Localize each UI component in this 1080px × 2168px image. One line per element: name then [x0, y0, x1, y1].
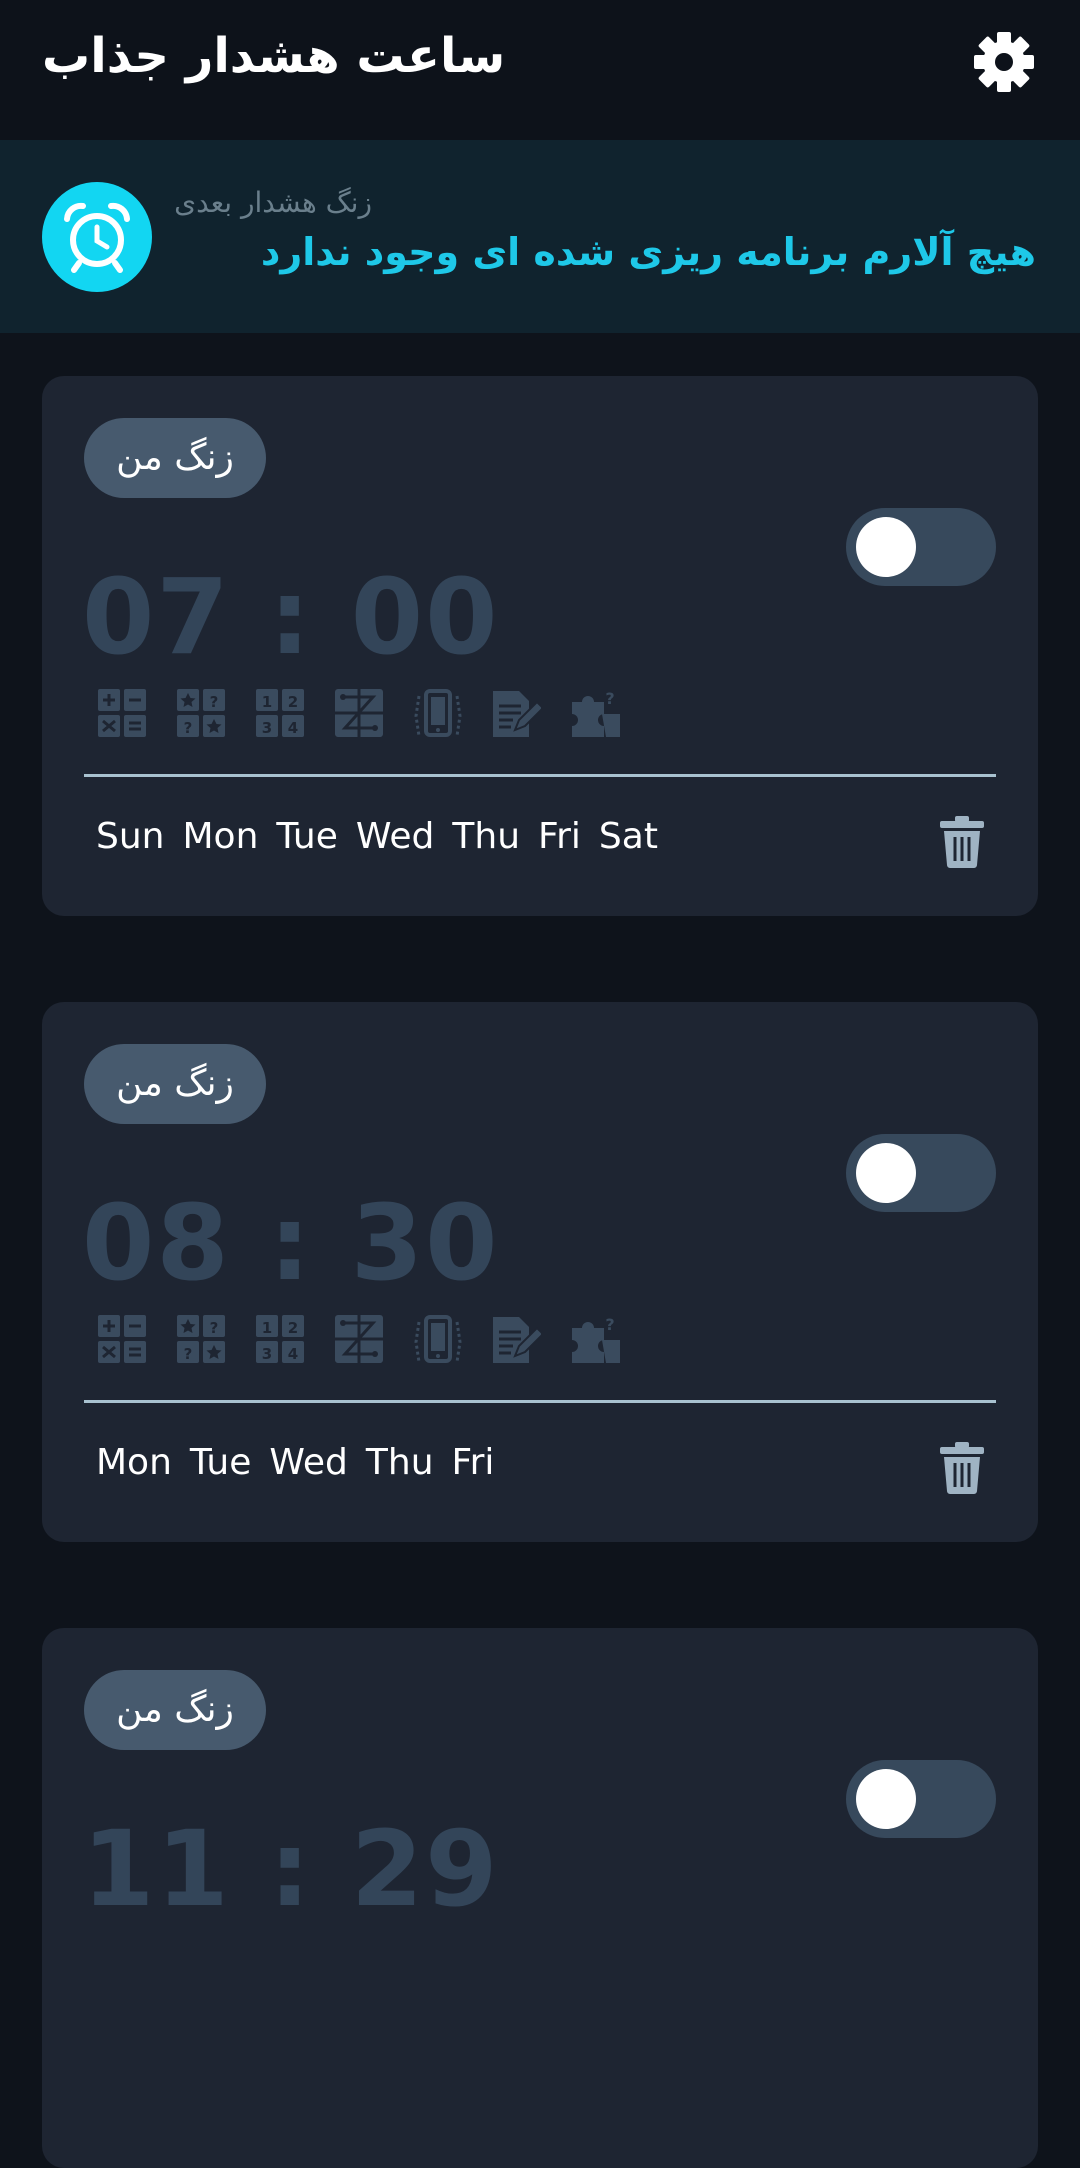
repeat-days: Mon Tue Wed Thu Fri	[96, 1442, 512, 1492]
next-alarm-label: زنگ هشدار بعدی	[174, 186, 372, 219]
alarm-name-badge[interactable]: زنگ من	[84, 418, 266, 498]
shake-icon	[414, 1315, 462, 1363]
alarm-clock-icon	[42, 182, 152, 292]
math-icon	[98, 689, 146, 737]
toggle-knob	[856, 1769, 916, 1829]
alarm-time[interactable]: 11 : 29	[82, 1808, 499, 1930]
svg-text:?: ?	[605, 1315, 614, 1334]
puzzle-icon: ?	[572, 689, 620, 737]
next-alarm-banner: زنگ هشدار بعدی هیچ آلارم برنامه ریزی شده…	[0, 140, 1080, 333]
sequence-icon: 1 23 4	[256, 1315, 304, 1363]
day-label: Sat	[598, 816, 658, 857]
svg-text:3: 3	[262, 719, 272, 737]
svg-text:1: 1	[262, 1319, 272, 1337]
alarm-toggle[interactable]	[846, 1134, 996, 1212]
day-label: Wed	[355, 816, 435, 857]
math-icon	[98, 1315, 146, 1363]
day-label: Tue	[189, 1442, 252, 1483]
card-divider	[84, 1400, 996, 1403]
day-label: Fri	[451, 1442, 495, 1483]
alarm-card[interactable]: زنگ من 07 : 00 ?? 1234 ? Sun Mon Tue Wed Thu…	[42, 376, 1038, 916]
svg-text:4: 4	[288, 719, 298, 737]
svg-text:2: 2	[288, 693, 298, 711]
app-title: ساعت هشدار جذاب	[42, 28, 506, 84]
toggle-knob	[856, 1143, 916, 1203]
svg-text:1: 1	[262, 693, 272, 711]
day-label: Thu	[365, 1442, 434, 1483]
pattern-icon	[335, 689, 383, 737]
typing-icon	[493, 1317, 541, 1363]
pattern-icon	[335, 1315, 383, 1363]
next-alarm-message: هیچ آلارم برنامه ریزی شده ای وجود ندارد	[260, 230, 1036, 274]
alarm-name-badge[interactable]: زنگ من	[84, 1670, 266, 1750]
svg-text:3: 3	[262, 1345, 272, 1363]
card-divider	[84, 774, 996, 777]
repeat-days: Sun Mon Tue Wed Thu Fri Sat	[96, 816, 676, 866]
shake-icon	[414, 689, 462, 737]
svg-text:?: ?	[605, 689, 614, 708]
memory-icon: ??	[177, 689, 225, 737]
alarm-card[interactable]: زنگ من 08 : 30 ?? 1234 ? Mon Tue Wed Thu Fri	[42, 1002, 1038, 1542]
gear-icon[interactable]	[972, 30, 1036, 94]
svg-text:?: ?	[184, 1345, 193, 1363]
svg-text:?: ?	[210, 693, 219, 711]
svg-text:2: 2	[288, 1319, 298, 1337]
day-label: Mon	[182, 816, 259, 857]
app-header: ساعت هشدار جذاب	[0, 0, 1080, 140]
day-label: Wed	[269, 1442, 348, 1483]
day-label: Fri	[538, 816, 581, 857]
alarm-time[interactable]: 08 : 30	[82, 1182, 499, 1304]
memory-icon: ??	[177, 1315, 225, 1363]
day-label: Tue	[276, 816, 338, 857]
toggle-knob	[856, 517, 916, 577]
alarm-toggle[interactable]	[846, 508, 996, 586]
alarm-time[interactable]: 07 : 00	[82, 556, 499, 678]
alarm-name-badge[interactable]: زنگ من	[84, 1044, 266, 1124]
typing-icon	[493, 691, 541, 737]
puzzle-icon: ?	[572, 1315, 620, 1363]
sequence-icon: 1 23 4	[256, 689, 304, 737]
trash-icon[interactable]	[940, 1442, 984, 1494]
day-label: Sun	[96, 816, 165, 857]
svg-text:4: 4	[288, 1345, 298, 1363]
alarm-toggle[interactable]	[846, 1760, 996, 1838]
svg-text:?: ?	[210, 1319, 219, 1337]
day-label: Mon	[96, 1442, 172, 1483]
svg-text:?: ?	[184, 719, 193, 737]
alarm-card[interactable]: زنگ من 11 : 29	[42, 1628, 1038, 2168]
trash-icon[interactable]	[940, 816, 984, 868]
day-label: Thu	[452, 816, 521, 857]
